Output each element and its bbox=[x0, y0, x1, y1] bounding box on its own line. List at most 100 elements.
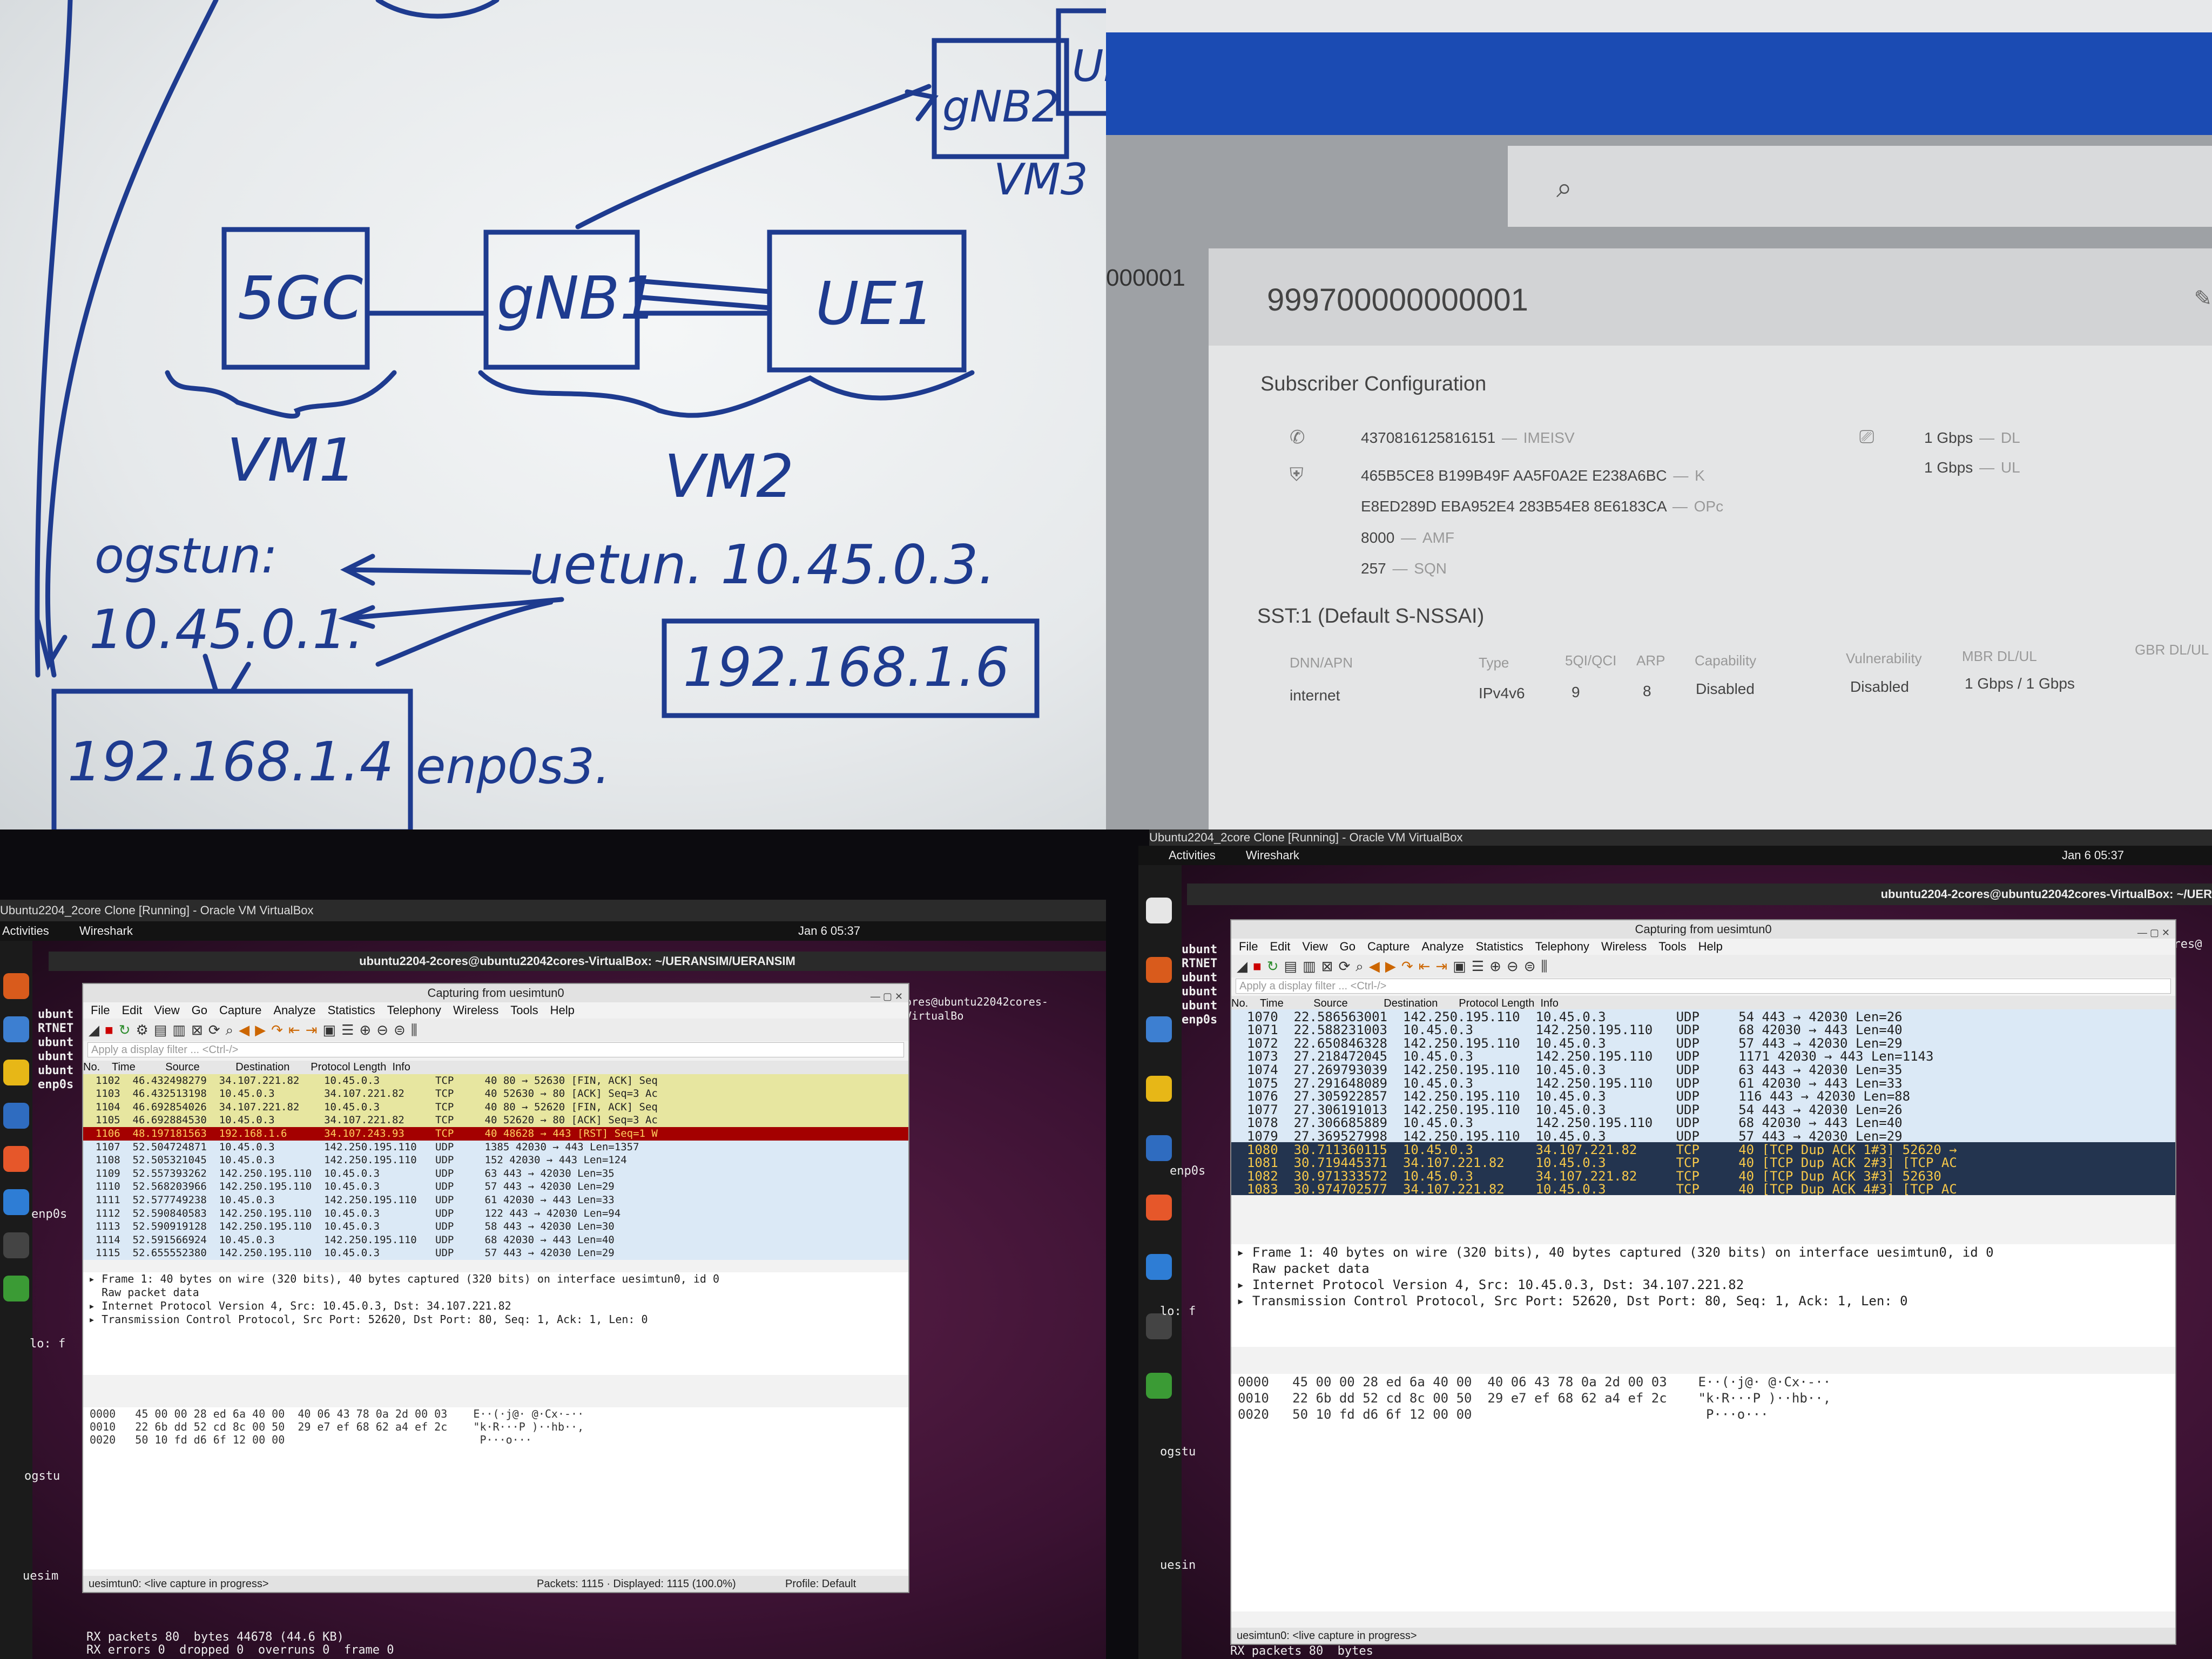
packet-row[interactable]: 1115 52.655552380 142.250.195.110 10.45.… bbox=[83, 1246, 908, 1260]
hex-line[interactable]: 0000 45 00 00 28 ed 6a 40 00 40 06 43 78… bbox=[1238, 1374, 2175, 1390]
menu-edit[interactable]: Edit bbox=[122, 1003, 142, 1017]
colorize-icon[interactable]: ☰ bbox=[1472, 958, 1484, 974]
activities-button[interactable]: Activities bbox=[2, 924, 49, 938]
hex-line[interactable]: 0000 45 00 00 28 ed 6a 40 00 40 06 43 78… bbox=[90, 1407, 908, 1420]
zoom-out-icon[interactable]: ⊖ bbox=[1507, 958, 1519, 974]
shark-fin-icon[interactable]: ◢ bbox=[1237, 958, 1247, 974]
colorize-icon[interactable]: ☰ bbox=[341, 1022, 354, 1038]
packet-row[interactable]: 1080 30.711360115 10.45.0.3 34.107.221.8… bbox=[1231, 1142, 2175, 1156]
packet-row[interactable]: 1082 30.971333572 10.45.0.3 34.107.221.8… bbox=[1231, 1168, 2175, 1182]
menu-telephony[interactable]: Telephony bbox=[1535, 940, 1589, 953]
forward-icon[interactable]: ▶ bbox=[255, 1022, 266, 1038]
packet-row[interactable]: 1114 52.591566924 10.45.0.3 142.250.195.… bbox=[83, 1233, 908, 1247]
packet-row[interactable]: 1083 30.974702577 34.107.221.82 10.45.0.… bbox=[1231, 1182, 2175, 1195]
packet-row[interactable]: 1079 27.369527998 142.250.195.110 10.45.… bbox=[1231, 1128, 2175, 1142]
close-file-icon[interactable]: ⊠ bbox=[1321, 958, 1333, 974]
detail-line[interactable]: Raw packet data bbox=[1237, 1260, 2175, 1277]
first-icon[interactable]: ⇤ bbox=[288, 1022, 300, 1038]
list-item-id[interactable]: 000001 bbox=[1106, 265, 1185, 292]
goto-icon[interactable]: ↷ bbox=[1401, 958, 1413, 974]
mail-icon[interactable] bbox=[1146, 1016, 1172, 1042]
options-icon[interactable]: ⚙ bbox=[136, 1022, 149, 1038]
menu-wireless[interactable]: Wireless bbox=[1601, 940, 1647, 953]
menu-go[interactable]: Go bbox=[192, 1003, 207, 1017]
menu-tools[interactable]: Tools bbox=[510, 1003, 538, 1017]
clock[interactable]: Jan 6 05:37 bbox=[2062, 846, 2124, 865]
hex-line[interactable]: 0020 50 10 fd d6 6f 12 00 00 P···o··· bbox=[1238, 1406, 2175, 1422]
packet-row[interactable]: 1108 52.505321045 10.45.0.3 142.250.195.… bbox=[83, 1154, 908, 1167]
software-icon[interactable] bbox=[1146, 1195, 1172, 1220]
detail-line[interactable]: ▸ Frame 1: 40 bytes on wire (320 bits), … bbox=[89, 1272, 908, 1286]
detail-line[interactable]: ▸ Transmission Control Protocol, Src Por… bbox=[89, 1313, 908, 1326]
packet-row[interactable]: 1104 46.692854026 34.107.221.82 10.45.0.… bbox=[83, 1100, 908, 1114]
find-icon[interactable]: ⌕ bbox=[226, 1022, 234, 1038]
menu-tools[interactable]: Tools bbox=[1658, 940, 1686, 953]
menu-help[interactable]: Help bbox=[1698, 940, 1723, 953]
close-file-icon[interactable]: ⊠ bbox=[191, 1022, 203, 1038]
menu-wireless[interactable]: Wireless bbox=[453, 1003, 498, 1017]
mail-icon[interactable] bbox=[3, 1016, 29, 1042]
detail-line[interactable]: ▸ Frame 1: 40 bytes on wire (320 bits), … bbox=[1237, 1244, 2175, 1260]
firefox-icon[interactable] bbox=[3, 973, 29, 999]
save-icon[interactable]: ▥ bbox=[1303, 958, 1316, 974]
packet-row[interactable]: 1106 48.197181563 192.168.1.6 34.107.243… bbox=[83, 1127, 908, 1141]
packet-row[interactable]: 1073 27.218472045 10.45.0.3 142.250.195.… bbox=[1231, 1049, 2175, 1062]
open-icon[interactable]: ▤ bbox=[154, 1022, 167, 1038]
music-icon[interactable] bbox=[1146, 1076, 1172, 1102]
software-icon[interactable] bbox=[3, 1146, 29, 1172]
packet-row[interactable]: 1078 27.306685889 10.45.0.3 142.250.195.… bbox=[1231, 1115, 2175, 1129]
autoscroll-icon[interactable]: ▣ bbox=[1453, 958, 1466, 974]
wireshark-icon[interactable] bbox=[1146, 1373, 1172, 1399]
menu-statistics[interactable]: Statistics bbox=[1476, 940, 1523, 953]
search-bar[interactable]: ⌕ bbox=[1508, 146, 2212, 227]
menu-statistics[interactable]: Statistics bbox=[328, 1003, 375, 1017]
resize-columns-icon[interactable]: ⫼ bbox=[411, 1022, 417, 1038]
terminal-icon[interactable] bbox=[3, 1232, 29, 1258]
back-icon[interactable]: ◀ bbox=[239, 1022, 249, 1038]
goto-icon[interactable]: ↷ bbox=[271, 1022, 283, 1038]
autoscroll-icon[interactable]: ▣ bbox=[323, 1022, 336, 1038]
packet-row[interactable]: 1110 52.568203966 142.250.195.110 10.45.… bbox=[83, 1180, 908, 1193]
menu-analyze[interactable]: Analyze bbox=[273, 1003, 315, 1017]
packet-row[interactable]: 1113 52.590919128 142.250.195.110 10.45.… bbox=[83, 1220, 908, 1233]
hex-line[interactable]: 0010 22 6b dd 52 cd 8c 00 50 29 e7 ef 68… bbox=[1238, 1390, 2175, 1406]
writer-icon[interactable] bbox=[3, 1103, 29, 1129]
packet-row[interactable]: 1071 22.588231003 10.45.0.3 142.250.195.… bbox=[1231, 1022, 2175, 1036]
app-menu[interactable]: Wireshark bbox=[79, 924, 133, 938]
packet-row[interactable]: 1072 22.650846328 142.250.195.110 10.45.… bbox=[1231, 1035, 2175, 1049]
display-filter-input[interactable]: Apply a display filter ... <Ctrl-/> bbox=[1236, 979, 2171, 994]
packet-row[interactable]: 1103 46.432513198 10.45.0.3 34.107.221.8… bbox=[83, 1087, 908, 1101]
packet-row[interactable]: 1107 52.504724871 10.45.0.3 142.250.195.… bbox=[83, 1140, 908, 1154]
packet-row[interactable]: 1076 27.305922857 142.250.195.110 10.45.… bbox=[1231, 1089, 2175, 1102]
menu-help[interactable]: Help bbox=[550, 1003, 575, 1017]
stop-icon[interactable]: ■ bbox=[105, 1022, 113, 1038]
display-filter-input[interactable]: Apply a display filter ... <Ctrl-/> bbox=[87, 1042, 904, 1057]
menu-view[interactable]: View bbox=[154, 1003, 179, 1017]
clock[interactable]: Jan 6 05:37 bbox=[798, 921, 860, 941]
packet-row[interactable]: 1105 46.692884530 10.45.0.3 34.107.221.8… bbox=[83, 1114, 908, 1127]
zoom-in-icon[interactable]: ⊕ bbox=[359, 1022, 371, 1038]
menu-analyze[interactable]: Analyze bbox=[1421, 940, 1464, 953]
packet-row[interactable]: 1075 27.291648089 10.45.0.3 142.250.195.… bbox=[1231, 1075, 2175, 1089]
detail-line[interactable]: Raw packet data bbox=[89, 1286, 908, 1299]
zoom-reset-icon[interactable]: ⊜ bbox=[1524, 958, 1536, 974]
detail-line[interactable]: ▸ Transmission Control Protocol, Src Por… bbox=[1237, 1293, 2175, 1309]
writer-icon[interactable] bbox=[1146, 1135, 1172, 1161]
zoom-reset-icon[interactable]: ⊜ bbox=[394, 1022, 406, 1038]
restart-icon[interactable]: ↻ bbox=[1267, 958, 1279, 974]
detail-line[interactable]: ▸ Internet Protocol Version 4, Src: 10.4… bbox=[89, 1299, 908, 1313]
packet-row[interactable]: 1070 22.586563001 142.250.195.110 10.45.… bbox=[1231, 1009, 2175, 1023]
wireshark-icon[interactable] bbox=[3, 1276, 29, 1301]
activities-button[interactable]: Activities bbox=[1169, 848, 1216, 862]
menu-telephony[interactable]: Telephony bbox=[387, 1003, 441, 1017]
status-profile[interactable]: Profile: Default bbox=[785, 1576, 856, 1592]
reload-icon[interactable]: ⟳ bbox=[1338, 958, 1350, 974]
packet-row[interactable]: 1074 27.269793039 142.250.195.110 10.45.… bbox=[1231, 1062, 2175, 1076]
help-icon[interactable] bbox=[3, 1189, 29, 1215]
zoom-out-icon[interactable]: ⊖ bbox=[376, 1022, 388, 1038]
files-icon[interactable] bbox=[1146, 898, 1172, 923]
packet-row[interactable]: 1077 27.306191013 142.250.195.110 10.45.… bbox=[1231, 1102, 2175, 1116]
save-icon[interactable]: ▥ bbox=[172, 1022, 186, 1038]
menu-file[interactable]: File bbox=[91, 1003, 110, 1017]
reload-icon[interactable]: ⟳ bbox=[208, 1022, 220, 1038]
